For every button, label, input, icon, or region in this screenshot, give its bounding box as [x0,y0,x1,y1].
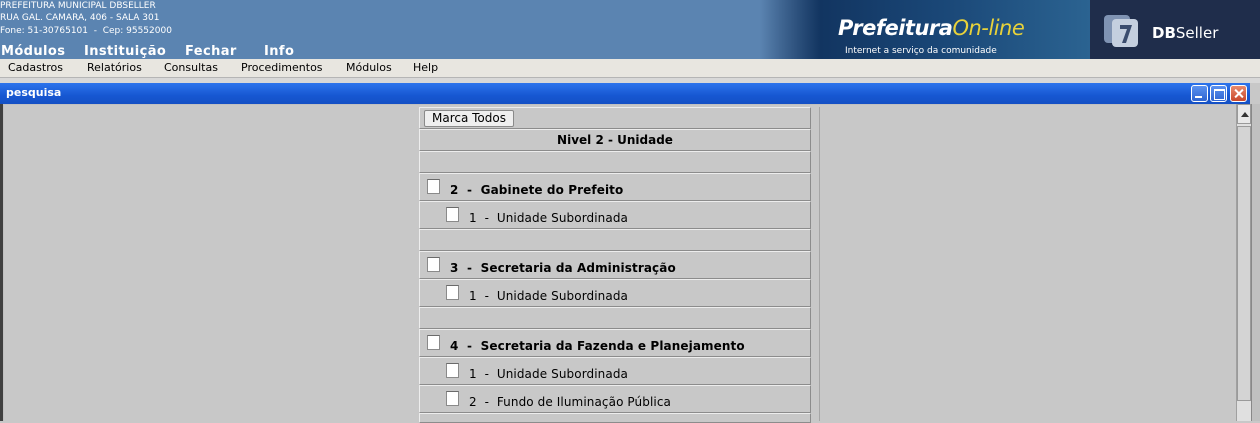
logo-accent-text: On-line [952,16,1025,40]
vertical-scrollbar[interactable] [1236,104,1251,421]
unit-label: 1 - Unidade Subordinada [469,289,629,303]
level-heading-row: Nivel 2 - Unidade [419,129,811,151]
menu-consultas[interactable]: Consultas [164,61,218,74]
list-item: 1 - Unidade Subordinada [419,279,811,307]
menu-bar: Cadastros Relatórios Consultas Procedime… [0,59,1260,78]
group-checkbox[interactable] [427,179,440,194]
logo-main-text: Prefeitura [838,16,953,40]
org-phone: Fone: 51-30765101 - Cep: 95552000 [0,26,172,36]
menu-procedimentos[interactable]: Procedimentos [241,61,323,74]
list-item: 4 - Secretaria da Fazenda e Planejamento [419,329,811,357]
menu-cadastros[interactable]: Cadastros [8,61,63,74]
scroll-up-icon[interactable] [1237,104,1251,124]
unit-label: 1 - Unidade Subordinada [469,367,629,381]
brand-rest-text: Seller [1175,24,1219,42]
list-item: 1 - Unidade Subordinada [419,201,811,229]
group-label: 3 - Secretaria da Administração [450,261,676,275]
list-item: 2 - Gabinete do Prefeito [419,173,811,201]
prefeitura-online-banner: PrefeituraOn-line Internet a serviço da … [760,0,1260,59]
list-item: 1 - Unidade Subordinada [419,357,811,385]
brand-bold-text: DB [1152,24,1176,42]
unit-label: 2 - Fundo de Iluminação Pública [469,395,672,409]
menu-modulos[interactable]: Módulos [346,61,392,74]
top-menu-modulos[interactable]: Módulos [1,44,65,59]
dbseller-logo-icon [1104,15,1138,47]
top-menu-fechar[interactable]: Fechar [185,44,237,59]
group-label: 4 - Secretaria da Fazenda e Planejamento [450,339,745,353]
top-menu-info[interactable]: Info [264,44,294,59]
unit-checkbox[interactable] [446,363,459,378]
unit-checkbox[interactable] [446,285,459,300]
unit-checkbox[interactable] [446,207,459,222]
group-checkbox[interactable] [427,335,440,350]
unit-label: 1 - Unidade Subordinada [469,211,629,225]
prefeitura-online-logo: PrefeituraOn-line [838,16,1025,40]
dbseller-logo: DBSeller [1090,0,1260,59]
close-icon[interactable] [1230,85,1247,102]
top-menu-instituicao[interactable]: Instituição [84,44,166,59]
mark-all-row: Marca Todos [419,107,811,129]
minimize-icon[interactable] [1191,85,1208,102]
window-title: pesquisa [6,86,62,99]
menu-relatorios[interactable]: Relatórios [87,61,142,74]
menu-help[interactable]: Help [413,61,438,74]
maximize-icon[interactable] [1210,85,1227,102]
list-item: 3 - Secretaria da Administração [419,251,811,279]
mark-all-button[interactable]: Marca Todos [424,110,514,127]
org-address: RUA GAL. CAMARA, 406 - SALA 301 [0,13,160,23]
unit-checkbox[interactable] [446,391,459,406]
group-label: 2 - Gabinete do Prefeito [450,183,624,197]
scrollbar-thumb[interactable] [1237,126,1251,401]
list-item: 2 - Fundo de Iluminação Pública [419,385,811,413]
window-titlebar[interactable]: pesquisa [0,83,1250,104]
banner-tagline: Internet a serviço da comunidade [845,46,997,56]
unit-selection-panel: Marca Todos Nivel 2 - Unidade 2 - Gabine… [419,107,820,423]
org-name: PREFEITURA MUNICIPAL DBSELLER [0,1,156,11]
level-heading: Nivel 2 - Unidade [557,133,673,147]
group-checkbox[interactable] [427,257,440,272]
app-header: PREFEITURA MUNICIPAL DBSELLER RUA GAL. C… [0,0,1260,59]
